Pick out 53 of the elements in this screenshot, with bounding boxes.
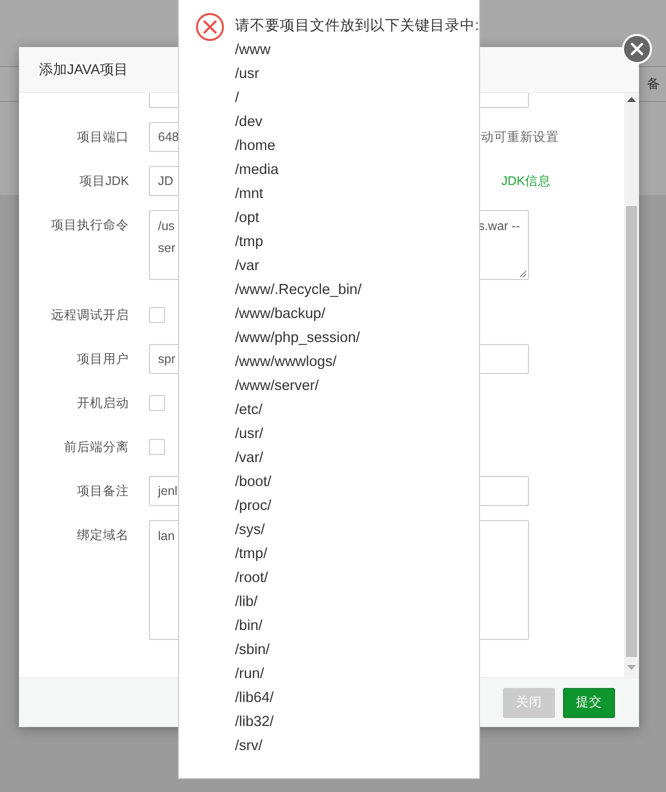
directory-path: /boot/ (235, 473, 272, 492)
directory-path: /home (235, 137, 276, 156)
add-jdk-link[interactable]: JDK信息 (501, 166, 551, 196)
directory-path: / (235, 89, 240, 108)
directory-path: /root/ (235, 569, 268, 588)
directory-path: /usr (235, 65, 260, 84)
directory-path: /www/wwwlogs/ (235, 353, 337, 372)
directory-path: /tmp (235, 233, 264, 252)
directory-path: /www/server/ (235, 377, 319, 396)
directory-path: /sys/ (235, 521, 265, 540)
error-icon (195, 12, 225, 42)
hint-text: 动可重新设置 (481, 129, 559, 146)
scroll-up-icon[interactable] (627, 97, 636, 103)
directory-path: /proc/ (235, 497, 272, 516)
directory-path: /lib/ (235, 593, 258, 612)
resize-grip-icon[interactable] (519, 270, 527, 278)
field-label: 项目JDK (78, 173, 129, 190)
field-label: 项目执行命令 (50, 217, 129, 234)
directory-path: /media (235, 161, 279, 180)
directory-path: /var (235, 257, 260, 276)
field-label: 开机启动 (76, 395, 129, 412)
directory-path: /run/ (235, 665, 264, 684)
field-label: 绑定域名 (76, 527, 129, 544)
directory-path: /www/backup/ (235, 305, 326, 324)
directory-path: /www/php_session/ (235, 329, 360, 348)
field-label: 项目端口 (76, 129, 129, 146)
directory-path: /lib64/ (235, 689, 274, 708)
directory-path: /etc/ (235, 401, 262, 420)
directory-path: /srv/ (235, 737, 262, 756)
directory-path: /dev (235, 113, 262, 132)
directory-path: /www (235, 41, 270, 60)
field-label: 前后端分离 (63, 439, 129, 456)
checkbox[interactable] (149, 395, 165, 411)
scrollbar[interactable] (624, 93, 639, 677)
directory-path: /sbin/ (235, 641, 270, 660)
directory-path: /var/ (235, 449, 264, 468)
checkbox[interactable] (149, 439, 165, 455)
directory-path: /opt (235, 209, 260, 228)
dialog-title: 添加JAVA项目 (39, 60, 128, 78)
directory-path: /www/.Recycle_bin/ (235, 281, 362, 300)
directory-path: /bin/ (235, 617, 262, 636)
submit-button[interactable]: 提交 (563, 688, 615, 718)
checkbox[interactable] (149, 307, 165, 323)
field-label: 远程调试开启 (50, 307, 129, 324)
field-label: 项目用户 (76, 351, 129, 368)
directory-path: /tmp/ (235, 545, 268, 564)
directory-path: /usr/ (235, 425, 264, 444)
directory-path: /mnt (235, 185, 264, 204)
directory-path: /lib32/ (235, 713, 274, 732)
field-label: 项目备注 (76, 483, 129, 500)
alert-message: 请不要项目文件放到以下关键目录中: (235, 17, 480, 36)
column-header: 备 (647, 75, 661, 93)
scroll-down-icon[interactable] (627, 665, 636, 671)
